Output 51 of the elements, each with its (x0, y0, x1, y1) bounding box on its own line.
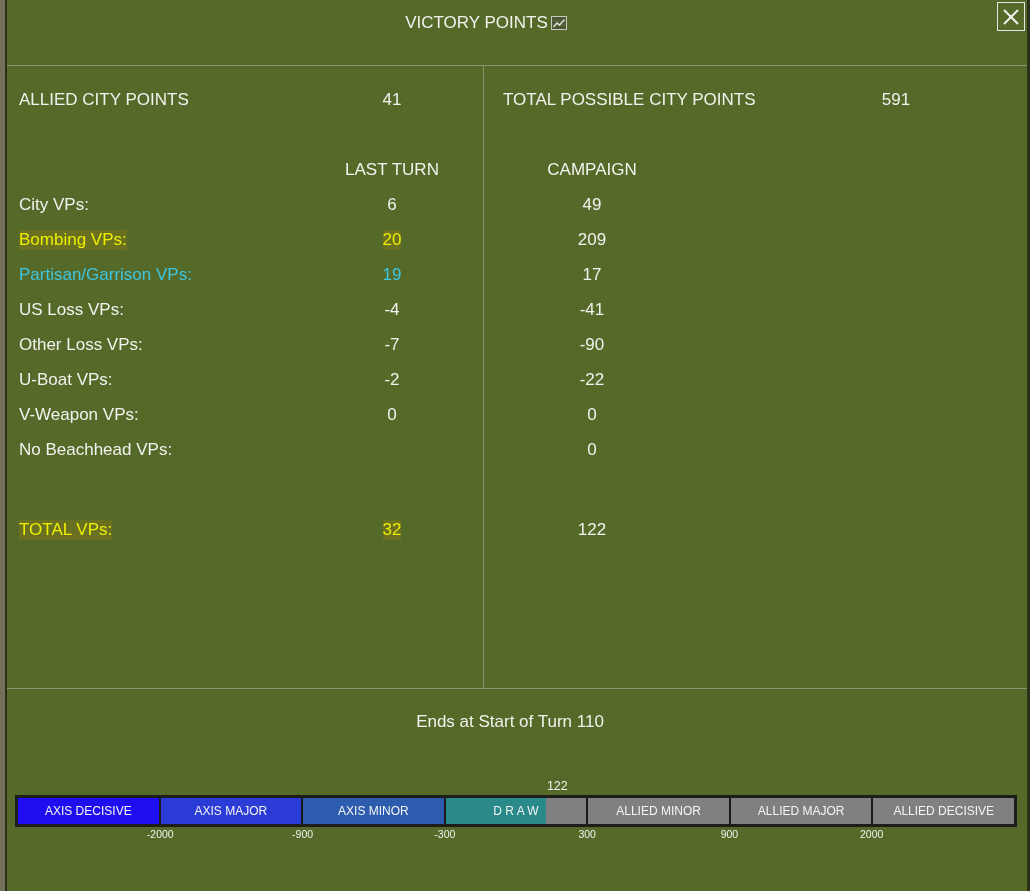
score-marker: 122 (546, 779, 568, 793)
column-header: LAST TURN (345, 160, 439, 180)
line-chart-icon[interactable] (550, 16, 567, 30)
close-button[interactable] (997, 2, 1025, 31)
vp-label: Other Loss VPs: (19, 335, 143, 355)
vp-label: City VPs: (19, 195, 89, 215)
result-band-label: AXIS MINOR (301, 798, 444, 824)
close-icon (1002, 7, 1020, 26)
vp-value: -4 (384, 300, 400, 320)
vp-label: Bombing VPs: (19, 230, 127, 250)
vp-value: 32 (382, 520, 402, 540)
vp-label: V-Weapon VPs: (19, 405, 139, 425)
vp-label: No Beachhead VPs: (19, 440, 173, 460)
result-band-label: ALLIED MINOR (586, 798, 729, 824)
result-band-label: ALLIED MAJOR (728, 798, 872, 824)
scale-tick-label: -300 (434, 828, 456, 840)
vp-label: US Loss VPs: (19, 300, 124, 320)
window-title: VICTORY POINTS (405, 13, 548, 33)
vp-label: U-Boat VPs: (19, 370, 113, 390)
vp-label: TOTAL VPs: (19, 520, 113, 540)
vp-value: -2 (384, 370, 400, 390)
vp-label: Partisan/Garrison VPs: (19, 265, 192, 285)
vp-value: 49 (582, 195, 602, 215)
result-band-label: AXIS DECISIVE (43, 803, 133, 820)
vp-value: 122 (577, 520, 607, 540)
vp-value: 19 (382, 265, 402, 285)
city-points-label: TOTAL POSSIBLE CITY POINTS (503, 90, 756, 110)
result-band-label: D R A W (443, 798, 587, 824)
vp-value: 6 (387, 195, 397, 215)
scale-tick-label: 300 (578, 828, 596, 840)
vp-value: 20 (382, 230, 402, 250)
vp-value: -22 (579, 370, 605, 390)
turn-end-note: Ends at Start of Turn 110 (416, 712, 604, 731)
column-header: CAMPAIGN (547, 160, 637, 180)
vp-value: 0 (387, 405, 397, 425)
city-points-value: 41 (382, 90, 402, 110)
vp-value: 0 (587, 405, 597, 425)
vp-value: -90 (579, 335, 605, 355)
scale-tick-label: 2000 (860, 828, 884, 840)
scale-tick-label: -2000 (146, 828, 174, 840)
vp-value: 17 (582, 265, 602, 285)
city-points-value: 591 (881, 90, 911, 110)
vp-value: -7 (384, 335, 400, 355)
scale-tick-label: 900 (720, 828, 739, 840)
vp-value: -41 (579, 300, 605, 320)
result-band-label: ALLIED DECISIVE (871, 798, 1015, 824)
scale-tick-label: -900 (292, 828, 314, 840)
result-band-label: AXIS MAJOR (158, 798, 302, 824)
vp-value: 0 (587, 440, 597, 460)
city-points-label: ALLIED CITY POINTS (19, 90, 189, 110)
vp-value: 209 (577, 230, 607, 250)
